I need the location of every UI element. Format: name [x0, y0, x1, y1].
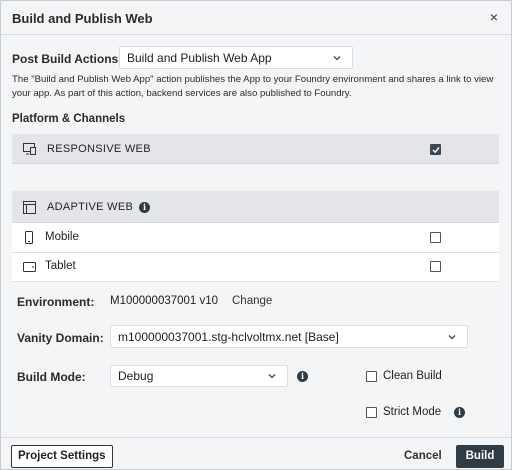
build-mode-info-icon[interactable]: i — [297, 371, 308, 382]
mobile-row[interactable]: Mobile — [12, 223, 499, 253]
clean-build-checkbox[interactable] — [366, 371, 377, 382]
build-button[interactable]: Build — [456, 445, 504, 468]
tablet-label: Tablet — [45, 260, 76, 272]
project-settings-button[interactable]: Project Settings — [11, 445, 113, 468]
post-build-description: The "Build and Publish Web App" action p… — [12, 74, 494, 99]
post-build-actions-select[interactable]: Build and Publish Web App — [119, 46, 353, 69]
dialog-title: Build and Publish Web — [12, 11, 153, 26]
vanity-domain-select[interactable]: m100000037001.stg-hclvoltmx.net [Base] — [110, 325, 468, 348]
change-environment-link[interactable]: Change — [232, 295, 272, 307]
mobile-label: Mobile — [45, 231, 79, 243]
strict-mode-info-icon[interactable]: i — [454, 407, 465, 418]
build-mode-label: Build Mode: — [17, 370, 86, 384]
vanity-domain-value: m100000037001.stg-hclvoltmx.net [Base] — [118, 329, 339, 344]
cancel-button[interactable]: Cancel — [404, 450, 442, 462]
strict-mode-label: Strict Mode — [383, 406, 442, 418]
adaptive-web-label: ADAPTIVE WEB — [47, 201, 134, 213]
chevron-down-icon — [333, 55, 341, 60]
tablet-row[interactable]: Tablet — [12, 253, 499, 282]
build-mode-value: Debug — [118, 369, 154, 383]
tablet-icon — [23, 262, 36, 272]
tablet-checkbox[interactable] — [430, 261, 441, 272]
post-build-actions-label: Post Build Actions — [12, 52, 119, 66]
platform-channels-title: Platform & Channels — [12, 113, 126, 125]
mobile-checkbox[interactable] — [430, 232, 441, 243]
responsive-web-row[interactable]: RESPONSIVE WEB — [12, 134, 499, 164]
responsive-web-icon — [23, 143, 36, 155]
strict-mode-checkbox[interactable] — [366, 407, 377, 418]
clean-build-label: Clean Build — [383, 370, 442, 382]
responsive-web-label: RESPONSIVE WEB — [47, 143, 151, 155]
post-build-actions-value: Build and Publish Web App — [127, 50, 272, 65]
build-mode-select[interactable]: Debug — [110, 365, 288, 387]
close-icon[interactable]: × — [486, 9, 502, 25]
mobile-phone-icon — [25, 231, 33, 244]
environment-label: Environment: — [17, 295, 95, 309]
environment-value: M100000037001 v10 — [110, 295, 219, 307]
adaptive-web-row[interactable]: ADAPTIVE WEB i — [12, 191, 499, 223]
adaptive-web-icon — [23, 201, 36, 214]
checkmark-icon — [432, 147, 440, 154]
build-publish-dialog: Build and Publish Web × Post Build Actio… — [0, 0, 512, 470]
chevron-down-icon — [448, 334, 456, 339]
info-icon[interactable]: i — [139, 202, 150, 213]
dialog-footer: Project Settings Cancel Build — [1, 437, 511, 469]
chevron-down-icon — [268, 374, 276, 379]
responsive-web-checkbox[interactable] — [430, 144, 441, 155]
vanity-domain-label: Vanity Domain: — [17, 331, 104, 345]
dialog-titlebar: Build and Publish Web × — [1, 1, 511, 35]
